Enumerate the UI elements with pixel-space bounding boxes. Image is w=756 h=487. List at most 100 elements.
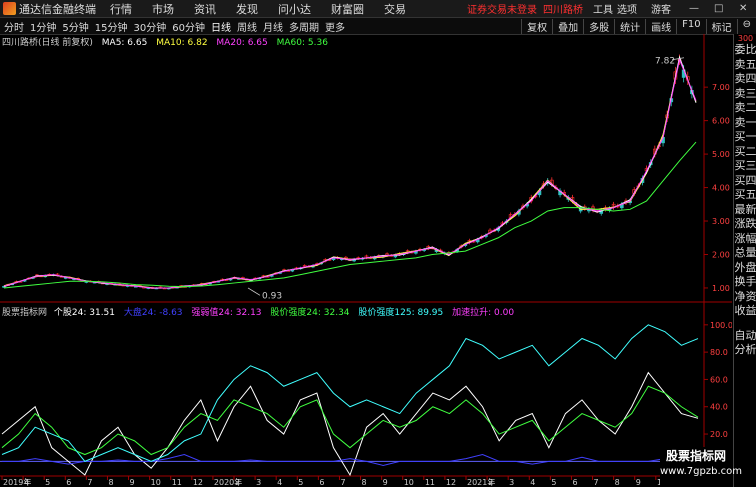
x-tick-label: 6 (319, 478, 324, 486)
period-15min[interactable]: 15分钟 (95, 19, 128, 34)
fuquan-button[interactable]: 复权 (521, 18, 552, 34)
indicator-title: 股票指标网 (2, 308, 48, 318)
maximize-icon[interactable]: □ (714, 4, 723, 14)
x-tick-label: 2 (235, 478, 240, 486)
menu-wenxiaoda[interactable]: 问小达 (278, 1, 311, 17)
series-qiangdu125-label: 股价强度125: 89.95 (358, 308, 444, 318)
series-jiasu-label: 加速拉升: 0.00 (452, 308, 515, 318)
x-tick-label: 10 (404, 478, 414, 486)
side-top-value: 300 (737, 34, 754, 43)
zoom-out-icon[interactable]: ⊖ (736, 18, 756, 34)
options-menu[interactable]: 选项 (617, 1, 637, 16)
watermark: 股票指标网 www.7gpzb.com (660, 447, 742, 487)
series-line-大盘24 (2, 453, 699, 474)
side-analysis[interactable]: 分析 (734, 343, 756, 358)
f10-button[interactable]: F10 (676, 18, 705, 34)
period-60min[interactable]: 60分钟 (172, 19, 205, 34)
menu-faxian[interactable]: 发现 (236, 1, 258, 17)
ma5-label: MA5: 6.65 (101, 38, 148, 48)
x-tick-label: 6 (572, 478, 577, 486)
side-item: 净资 (734, 289, 756, 303)
price-legend: 四川路桥(日线 前复权) MA5: 6.65 MA10: 6.82 MA20: … (2, 35, 328, 48)
side-item: 买一 (734, 130, 756, 143)
watermark-url: www.7gpzb.com (660, 466, 742, 477)
side-item: 最新 (734, 202, 756, 216)
price-tick-label: 6.00 (712, 117, 730, 126)
x-tick-label: 4 (277, 478, 282, 486)
mark-button[interactable]: 标记 (705, 18, 737, 34)
side-item: 卖四 (734, 72, 756, 85)
period-weekly[interactable]: 周线 (237, 19, 257, 34)
series-qiangdu24-label: 股价强度24: 32.34 (270, 308, 350, 318)
chart-area[interactable]: 7.82 0.93 7.00 6.00 5.00 4.00 3.00 2.00 1.00 100… (0, 34, 732, 486)
period-5min[interactable]: 5分钟 (62, 19, 88, 34)
ma60-label: MA60: 5.36 (276, 38, 328, 48)
x-tick-label: 8 (362, 478, 367, 486)
side-auto[interactable]: 自动 (734, 329, 756, 344)
period-fenshi[interactable]: 分时 (4, 19, 24, 34)
x-tick-label: 8 (615, 478, 620, 486)
x-tick-label: 3 (509, 478, 514, 486)
price-tick-label: 2.00 (712, 250, 730, 259)
minimize-icon[interactable]: — (689, 4, 699, 14)
side-item: 买五 (734, 188, 756, 201)
x-tick-label: 12 (193, 478, 203, 486)
side-item: 外盘 (734, 260, 756, 274)
side-item: 买三 (734, 159, 756, 172)
watermark-title: 股票指标网 (665, 449, 726, 463)
guest-label[interactable]: 游客 (651, 1, 671, 16)
period-daily[interactable]: 日线 (211, 19, 231, 34)
indicator-legend: 股票指标网 个股24: 31.51 大盘24: -8.63 强弱值24: 32.… (2, 305, 514, 318)
multi-stock-button[interactable]: 多股 (583, 18, 614, 34)
series-dapan-label: 大盘24: -8.63 (123, 308, 183, 318)
x-tick-label: 7 (594, 478, 599, 486)
x-tick-label: 4 (24, 478, 29, 486)
period-multi[interactable]: 多周期 (289, 19, 319, 34)
close-icon[interactable]: ✕ (739, 4, 748, 14)
overlay-button[interactable]: 叠加 (552, 18, 583, 34)
x-tick-label: 9 (130, 478, 135, 486)
price-tick-label: 5.00 (712, 150, 730, 159)
ma60-line (3, 141, 697, 289)
menu-shichang[interactable]: 市场 (152, 1, 174, 17)
draw-line-button[interactable]: 画线 (645, 18, 676, 34)
app-logo-icon (3, 2, 16, 15)
ma10-label: MA10: 6.82 (156, 38, 208, 48)
tools-menu[interactable]: 工具 (593, 1, 613, 16)
x-tick-label: 3 (256, 478, 261, 486)
series-gegu-label: 个股24: 31.51 (53, 308, 116, 318)
x-tick-label: 6 (66, 478, 71, 486)
x-tick-label: 5 (551, 478, 556, 486)
period-more[interactable]: 更多 (325, 19, 345, 34)
series-line-股价强度24 (1, 385, 699, 456)
price-tick-label: 3.00 (712, 217, 730, 226)
period-monthly[interactable]: 月线 (263, 19, 283, 34)
side-item: 卖五 (734, 57, 756, 71)
side-quote-panel: 300 委比 卖五 卖四 卖三 卖二 卖一 买一 买二 买三 买四 买五 最新 涨跌 涨幅 总量 外盘 换手 净资… (733, 34, 756, 487)
x-tick-label: 5 (298, 478, 303, 486)
ma20-line (3, 58, 697, 289)
menu-bar: 通达信金融终端 行情 市场 资讯 发现 问小达 财富圈 交易 证券交易未登录 四… (0, 0, 756, 18)
peak-price-label: 7.82 (655, 57, 675, 67)
low-price-label: 0.93 (262, 291, 282, 301)
x-tick-label: 4 (530, 478, 535, 486)
x-tick-label: 11 (172, 478, 182, 486)
stats-button[interactable]: 统计 (614, 18, 645, 34)
side-item: 卖三 (734, 86, 756, 100)
period-30min[interactable]: 30分钟 (133, 19, 166, 34)
menu-caifuquan[interactable]: 财富圈 (331, 1, 364, 17)
side-item: 卖一 (734, 115, 756, 129)
login-status[interactable]: 证券交易未登录 (467, 1, 537, 16)
x-tick-label: 10 (151, 478, 161, 486)
period-1min[interactable]: 1分钟 (30, 19, 56, 34)
ma10-line (3, 56, 697, 289)
side-item: 收益 (734, 304, 756, 317)
series-qiangruo-label: 强弱值24: 32.13 (191, 308, 262, 318)
price-tick-label: 7.00 (712, 83, 730, 92)
ma20-label: MA20: 6.65 (216, 38, 268, 48)
menu-zixun[interactable]: 资讯 (194, 1, 216, 17)
price-tick-label: 4.00 (712, 184, 730, 193)
menu-hangqing[interactable]: 行情 (110, 1, 132, 17)
ma5-line (3, 55, 697, 289)
menu-jiaoyi[interactable]: 交易 (384, 1, 406, 17)
